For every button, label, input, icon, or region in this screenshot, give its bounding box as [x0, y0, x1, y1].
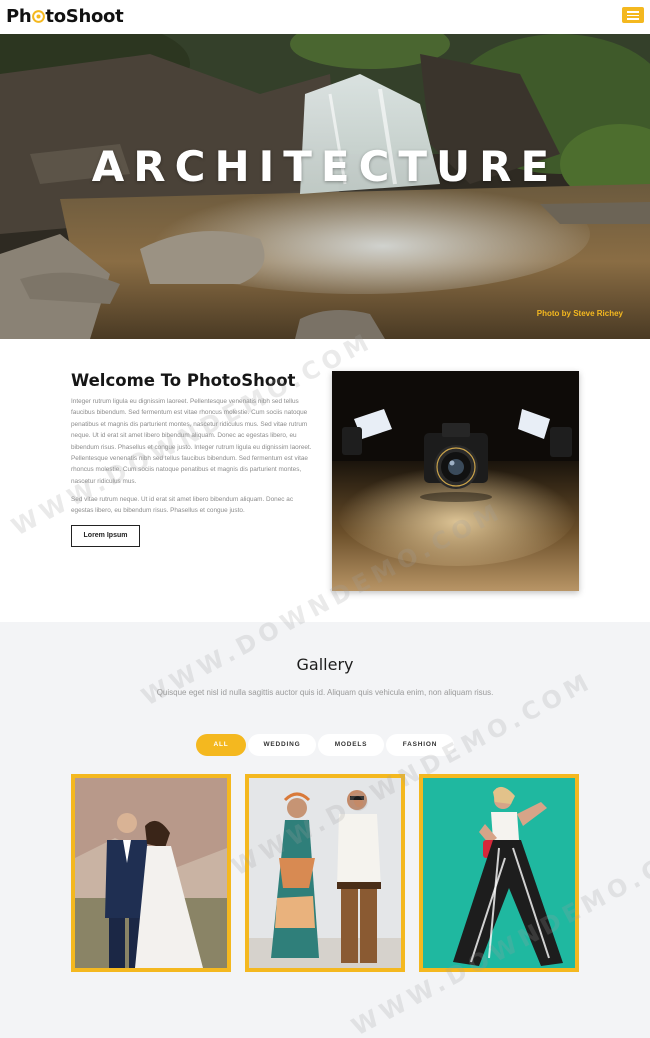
gallery-card-couple[interactable] [245, 774, 405, 972]
gallery-card-fashion[interactable] [419, 774, 579, 972]
wedding-photo [75, 778, 227, 968]
filter-fashion[interactable]: FASHION [386, 734, 454, 756]
gallery-card-wedding[interactable] [71, 774, 231, 972]
menu-button[interactable] [622, 7, 644, 23]
photo-credit: Photo by Steve Richey [536, 309, 623, 318]
hamburger-icon-line [627, 14, 639, 16]
about-title: Welcome To PhotoShoot [71, 371, 296, 390]
gallery-section: Gallery Quisque eget nisl id nulla sagit… [0, 622, 650, 1038]
logo-text-right: toShoot [45, 6, 124, 27]
hamburger-icon [627, 11, 639, 13]
about-section: Welcome To PhotoShoot Integer rutrum lig… [0, 339, 650, 622]
page: Ph toShoot ARCHITECTURE Photo by Steve R… [0, 0, 650, 1038]
logo-text-left: Ph [6, 6, 32, 27]
filter-all[interactable]: ALL [196, 734, 246, 756]
couple-photo [249, 778, 401, 968]
hamburger-icon-line [627, 18, 639, 20]
fashion-photo [423, 778, 575, 968]
site-header: Ph toShoot [0, 0, 650, 34]
gallery-subtitle: Quisque eget nisl id nulla sagittis auct… [156, 688, 494, 697]
filter-wedding[interactable]: WEDDING [248, 734, 316, 756]
hero-title: ARCHITECTURE [91, 142, 559, 191]
filter-models[interactable]: MODELS [318, 734, 384, 756]
site-logo[interactable]: Ph toShoot [6, 6, 124, 28]
gallery-title: Gallery [296, 655, 354, 674]
hero-banner: ARCHITECTURE Photo by Steve Richey [0, 34, 650, 339]
about-paragraph: Integer rutrum ligula eu dignissim laore… [71, 398, 312, 485]
camera-photo [332, 371, 579, 591]
lorem-ipsum-button[interactable]: Lorem Ipsum [71, 525, 140, 547]
about-paragraph: Sed vitae rutrum neque. Ut id erat sit a… [71, 496, 294, 515]
camera-lens-icon [32, 10, 45, 23]
